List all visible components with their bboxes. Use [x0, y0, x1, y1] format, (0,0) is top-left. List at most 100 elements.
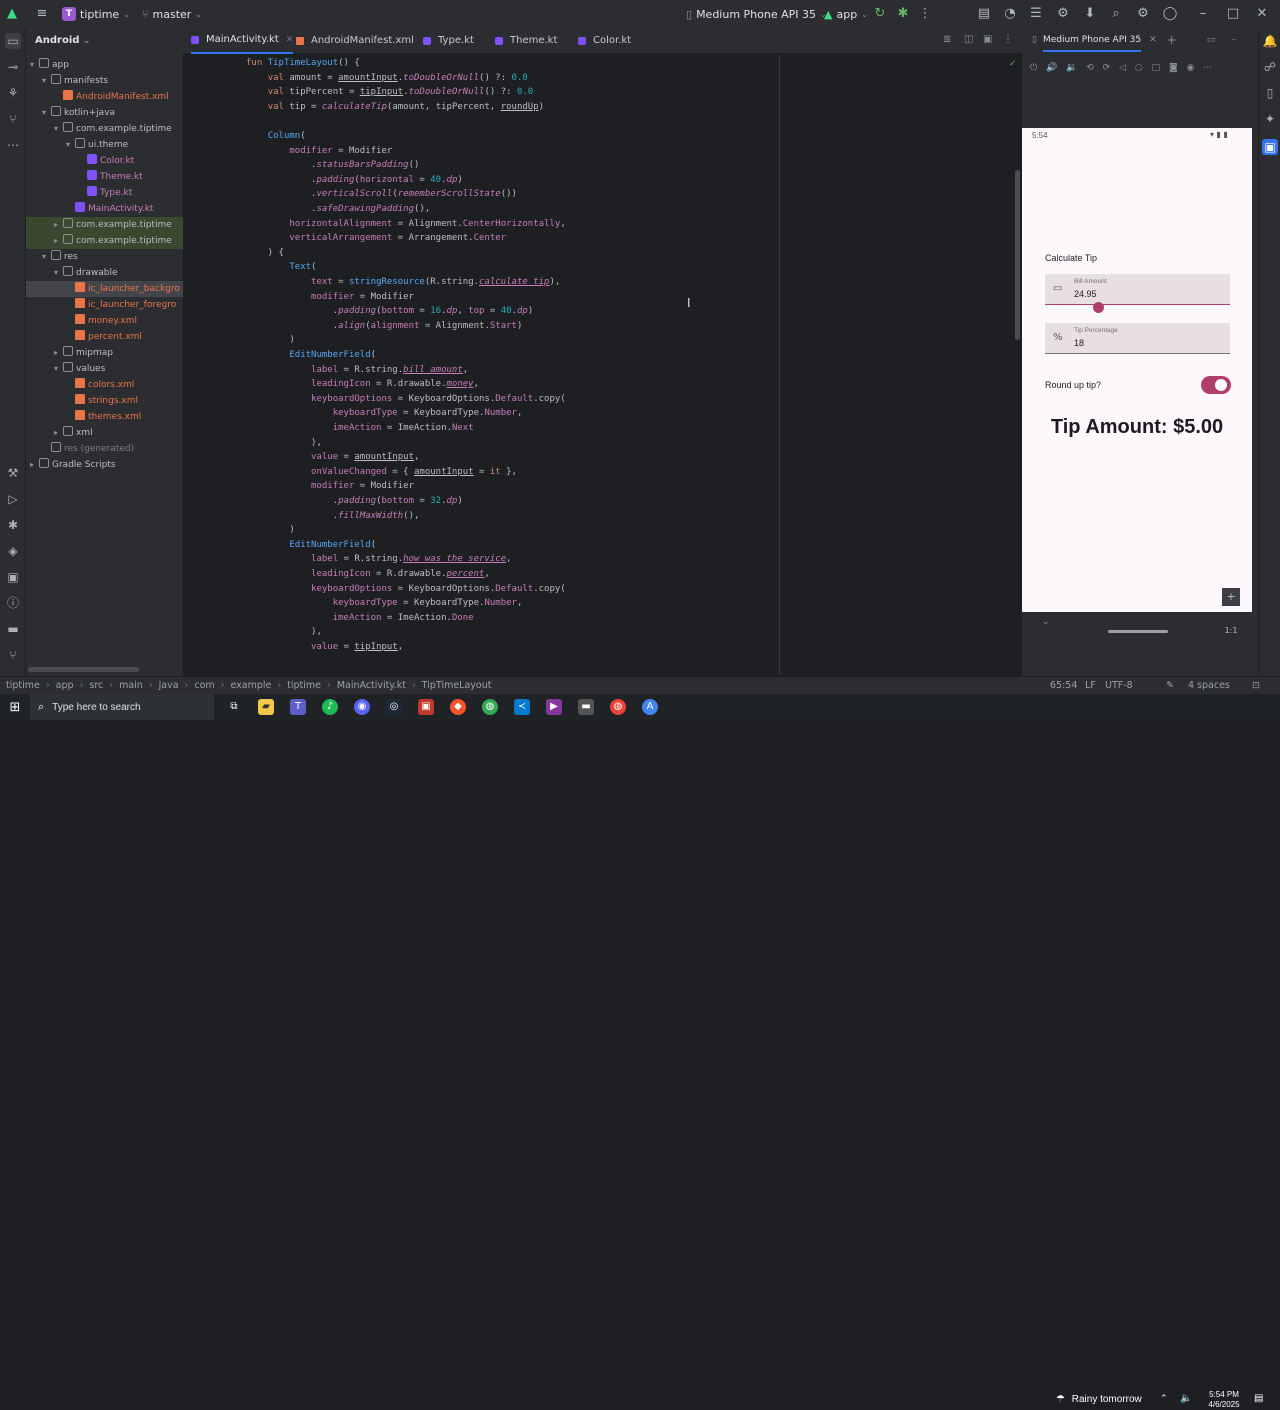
tree-item[interactable]: ic_launcher_foregro: [26, 297, 183, 313]
settings-icon[interactable]: ⚙: [1135, 6, 1151, 22]
sync-icon[interactable]: ⚙: [1055, 6, 1071, 22]
chevron-down-icon[interactable]: ▾: [54, 361, 63, 377]
taskbar-search-box[interactable]: ⌕ Type here to search: [30, 694, 214, 720]
teams-icon[interactable]: T: [290, 699, 306, 715]
zoom-level[interactable]: 1:1: [1222, 626, 1240, 640]
layout-inspector-icon[interactable]: ☰: [1028, 6, 1044, 22]
more-tools-icon[interactable]: ⋯: [5, 137, 21, 153]
code-line[interactable]: .safeDrawingPadding(),: [246, 204, 430, 214]
code-line[interactable]: .align(alignment = Alignment.Start): [246, 321, 523, 331]
breadcrumb-item[interactable]: TipTimeLayout: [422, 680, 492, 691]
split-view-icon[interactable]: ◫: [964, 34, 976, 46]
chrome-icon[interactable]: ◍: [610, 699, 626, 715]
chevron-right-icon[interactable]: ▸: [54, 425, 63, 441]
close-icon[interactable]: ✕: [1149, 35, 1157, 45]
code-line[interactable]: ): [246, 525, 294, 535]
breadcrumb-item[interactable]: example: [230, 680, 271, 691]
tree-item[interactable]: ▾ values: [26, 361, 183, 377]
tree-item[interactable]: ▾ manifests: [26, 73, 183, 89]
tree-item[interactable]: Type.kt: [26, 185, 183, 201]
chrome-icon[interactable]: ◍: [482, 699, 498, 715]
code-line[interactable]: modifier = Modifier: [246, 481, 414, 491]
discord-icon[interactable]: ◉: [354, 699, 370, 715]
tree-item[interactable]: money.xml: [26, 313, 183, 329]
steam-icon[interactable]: ◎: [386, 699, 402, 715]
code-line[interactable]: leadingIcon = R.drawable.money,: [246, 379, 479, 389]
gradle-icon[interactable]: ☍: [1262, 59, 1278, 75]
code-line[interactable]: ),: [246, 627, 322, 637]
code-style-icon[interactable]: ✎: [1166, 680, 1174, 691]
project-tool-icon[interactable]: ▭: [5, 33, 21, 49]
code-line[interactable]: modifier = Modifier: [246, 292, 414, 302]
tree-item[interactable]: Color.kt: [26, 153, 183, 169]
screenshot-icon[interactable]: ◙: [1169, 63, 1178, 73]
chevron-down-icon[interactable]: ▾: [54, 121, 63, 137]
tab-mainactivity-kt[interactable]: MainActivity.kt ✕: [191, 28, 294, 54]
account-icon[interactable]: ◯: [1162, 6, 1178, 22]
code-line[interactable]: keyboardType = KeyboardType.Number,: [246, 408, 523, 418]
code-line[interactable]: Text(: [246, 262, 316, 272]
code-line[interactable]: verticalArrangement = Arrangement.Center: [246, 233, 506, 243]
search-icon[interactable]: ⌕: [1108, 6, 1124, 22]
power-icon[interactable]: ⏻: [1030, 63, 1037, 73]
version-control-icon[interactable]: ⑂: [5, 647, 21, 663]
running-devices-icon[interactable]: ▣: [1262, 139, 1278, 155]
profiler-icon[interactable]: ◔: [1002, 6, 1018, 22]
tree-item[interactable]: strings.xml: [26, 393, 183, 409]
lock-icon[interactable]: ⊡: [1252, 680, 1260, 691]
code-line[interactable]: fun TipTimeLayout() {: [246, 58, 360, 68]
tree-item[interactable]: ▸ com.example.tiptime: [26, 233, 183, 249]
chevron-down-icon[interactable]: ▾: [42, 249, 51, 265]
design-view-icon[interactable]: ▣: [983, 34, 995, 46]
phone-screen[interactable]: 5:54 ▾ ▮ ▮: [1022, 128, 1252, 612]
bill-amount-field[interactable]: ▭ Bill Amount 24.95: [1045, 274, 1230, 305]
task-view-icon[interactable]: ⧉: [226, 699, 242, 715]
reader-mode-icon[interactable]: ≣: [943, 34, 955, 46]
zoom-in-button[interactable]: +: [1222, 588, 1240, 606]
code-line[interactable]: keyboardType = KeyboardType.Number,: [246, 598, 523, 608]
chevron-down-icon[interactable]: ▾: [66, 137, 75, 153]
extended-controls-icon[interactable]: ⋯: [1203, 63, 1212, 73]
app-icon-gray[interactable]: ▬: [578, 699, 594, 715]
code-line[interactable]: onValueChanged = { amountInput = it },: [246, 467, 517, 477]
code-line[interactable]: imeAction = ImeAction.Next: [246, 423, 474, 433]
code-line[interactable]: value = amountInput,: [246, 452, 419, 462]
project-switcher[interactable]: T tiptime ⌄: [56, 7, 136, 21]
line-separator[interactable]: LF: [1085, 680, 1096, 691]
pull-requests-icon[interactable]: ⑂: [5, 111, 21, 127]
tree-item[interactable]: ▾ com.example.tiptime: [26, 121, 183, 137]
vscode-icon[interactable]: ≺: [514, 699, 530, 715]
device-selector[interactable]: ▯ Medium Phone API 35 ⌄: [680, 8, 833, 21]
tray-chevron-icon[interactable]: ⌃: [1160, 1394, 1168, 1404]
code-line[interactable]: ) {: [246, 248, 284, 258]
minimize-icon[interactable]: –: [1195, 6, 1211, 22]
branch-switcher[interactable]: ⑂ master ⌄: [136, 8, 208, 21]
tree-item[interactable]: ic_launcher_backgro: [26, 281, 183, 297]
code-line[interactable]: keyboardOptions = KeyboardOptions.Defaul…: [246, 394, 566, 404]
chevron-down-icon[interactable]: ▾: [30, 57, 39, 73]
app-icon-red[interactable]: ▣: [418, 699, 434, 715]
run-config-selector[interactable]: ▲ app ⌄: [818, 8, 874, 21]
code-line[interactable]: text = stringResource(R.string.calculate…: [246, 277, 560, 287]
tree-item[interactable]: colors.xml: [26, 377, 183, 393]
tree-item[interactable]: themes.xml: [26, 409, 183, 425]
collapse-icon[interactable]: ⌄: [1042, 617, 1050, 627]
sdk-manager-icon[interactable]: ⬇: [1082, 6, 1098, 22]
code-line[interactable]: modifier = Modifier: [246, 146, 392, 156]
overview-icon[interactable]: □: [1152, 63, 1161, 73]
horizontal-scrollbar[interactable]: [28, 667, 139, 672]
rotate-left-icon[interactable]: ⟲: [1086, 63, 1094, 73]
spotify-icon[interactable]: ♪: [322, 699, 338, 715]
build-tool-icon[interactable]: ⚒: [5, 465, 21, 481]
add-device-icon[interactable]: +: [1167, 33, 1177, 47]
gemini-icon[interactable]: ✦: [1262, 111, 1278, 127]
close-icon[interactable]: ✕: [1254, 6, 1270, 22]
chevron-right-icon[interactable]: ▸: [54, 217, 63, 233]
clock[interactable]: 5:54 PM 4/6/2025: [1204, 1390, 1244, 1410]
breadcrumb-item[interactable]: tiptime: [6, 680, 40, 691]
app-quality-icon[interactable]: ◈: [5, 543, 21, 559]
main-menu-icon[interactable]: ≡: [34, 6, 50, 22]
tip-percentage-field[interactable]: % Tip Percentage 18: [1045, 323, 1230, 354]
rotate-right-icon[interactable]: ⟳: [1103, 63, 1111, 73]
code-line[interactable]: value = tipInput,: [246, 642, 403, 652]
